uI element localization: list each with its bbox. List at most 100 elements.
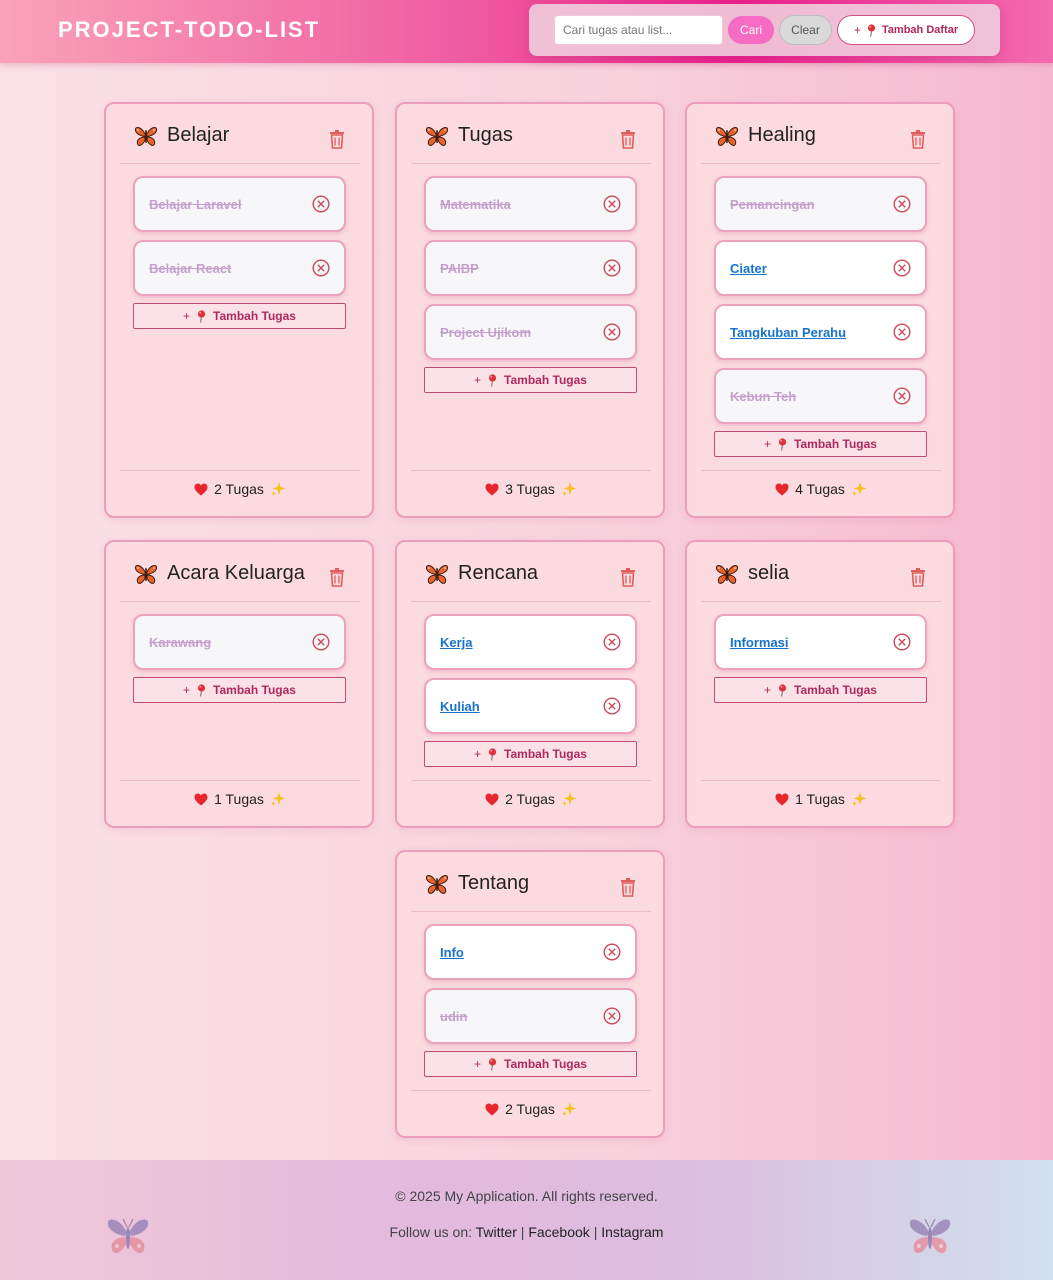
task-text[interactable]: Matematika (440, 197, 511, 212)
trash-icon[interactable] (910, 129, 926, 149)
close-circle-icon[interactable] (603, 697, 621, 715)
task-item[interactable]: Pemancingan (714, 176, 927, 232)
add-task-button[interactable]: + Tambah Tugas (714, 677, 927, 703)
trash-icon[interactable] (620, 129, 636, 149)
sparkles-icon (561, 482, 577, 496)
facebook-link[interactable]: Facebook (528, 1224, 589, 1240)
clear-button[interactable]: Clear (779, 15, 832, 45)
add-list-button[interactable]: + Tambah Daftar (837, 15, 975, 45)
list-card: Acara Keluarga Karawang + Tambah Tugas 1… (104, 540, 374, 828)
list-card: Belajar Belajar Laravel Belajar React + … (104, 102, 374, 518)
task-count-label: 1 Tugas (214, 791, 264, 807)
add-task-label: Tambah Tugas (213, 309, 296, 323)
close-circle-icon[interactable] (603, 943, 621, 961)
task-item[interactable]: Kebun Teh (714, 368, 927, 424)
task-item[interactable]: udin (424, 988, 637, 1044)
task-text[interactable]: udin (440, 1009, 467, 1024)
task-text[interactable]: Tangkuban Perahu (730, 325, 846, 340)
close-circle-icon[interactable] (312, 195, 330, 213)
task-item[interactable]: Belajar Laravel (133, 176, 346, 232)
trash-icon[interactable] (910, 567, 926, 587)
task-count: 4 Tugas (701, 470, 941, 507)
heart-icon (194, 483, 208, 495)
task-text[interactable]: Karawang (149, 635, 211, 650)
task-item[interactable]: Kerja (424, 614, 637, 670)
add-task-button[interactable]: + Tambah Tugas (133, 677, 346, 703)
close-circle-icon[interactable] (893, 633, 911, 651)
close-circle-icon[interactable] (312, 259, 330, 277)
search-button[interactable]: Cari (728, 16, 774, 44)
close-circle-icon[interactable] (603, 195, 621, 213)
task-text[interactable]: PAIBP (440, 261, 479, 276)
task-item[interactable]: PAIBP (424, 240, 637, 296)
task-text[interactable]: Info (440, 945, 464, 960)
twitter-link[interactable]: Twitter (476, 1224, 517, 1240)
task-text[interactable]: Kebun Teh (730, 389, 796, 404)
task-item[interactable]: Karawang (133, 614, 346, 670)
task-text[interactable]: Kuliah (440, 699, 480, 714)
instagram-link[interactable]: Instagram (601, 1224, 663, 1240)
card-header: Belajar (120, 118, 360, 164)
card-header: Acara Keluarga (120, 556, 360, 602)
close-circle-icon[interactable] (603, 259, 621, 277)
task-text[interactable]: Project Ujikom (440, 325, 531, 340)
add-task-button[interactable]: + Tambah Tugas (714, 431, 927, 457)
trash-icon[interactable] (329, 567, 345, 587)
add-task-button[interactable]: + Tambah Tugas (424, 367, 637, 393)
list-card: Tentang Info udin + Tambah Tugas 2 Tugas (395, 850, 665, 1138)
search-input[interactable] (554, 15, 723, 45)
plus-icon: + (474, 747, 482, 761)
task-text[interactable]: Belajar Laravel (149, 197, 242, 212)
heart-icon (485, 483, 499, 495)
close-circle-icon[interactable] (603, 1007, 621, 1025)
task-item[interactable]: Ciater (714, 240, 927, 296)
task-text[interactable]: Informasi (730, 635, 789, 650)
list-card: Healing Pemancingan Ciater Tangkuban Per… (685, 102, 955, 518)
task-text[interactable]: Belajar React (149, 261, 231, 276)
task-item[interactable]: Kuliah (424, 678, 637, 734)
trash-icon[interactable] (620, 567, 636, 587)
task-item[interactable]: Project Ujikom (424, 304, 637, 360)
task-text[interactable]: Pemancingan (730, 197, 815, 212)
plus-icon: + (764, 437, 772, 451)
task-item[interactable]: Informasi (714, 614, 927, 670)
task-item[interactable]: Belajar React (133, 240, 346, 296)
list-title: selia (748, 562, 790, 584)
task-text[interactable]: Ciater (730, 261, 767, 276)
add-task-button[interactable]: + Tambah Tugas (424, 741, 637, 767)
add-task-button[interactable]: + Tambah Tugas (424, 1051, 637, 1077)
copyright-text: © 2025 My Application. All rights reserv… (395, 1188, 658, 1204)
close-circle-icon[interactable] (893, 195, 911, 213)
list-card: Rencana Kerja Kuliah + Tambah Tugas 2 Tu… (395, 540, 665, 828)
trash-icon[interactable] (329, 129, 345, 149)
close-circle-icon[interactable] (893, 323, 911, 341)
butterfly-icon (425, 874, 449, 894)
add-task-label: Tambah Tugas (794, 437, 877, 451)
close-circle-icon[interactable] (603, 323, 621, 341)
plus-icon: + (183, 309, 191, 323)
sparkles-icon (851, 792, 867, 806)
pushpin-icon (197, 683, 206, 697)
task-count: 1 Tugas (120, 780, 360, 817)
add-list-label: Tambah Daftar (881, 24, 959, 36)
pushpin-icon (867, 23, 876, 37)
task-text[interactable]: Kerja (440, 635, 473, 650)
task-item[interactable]: Matematika (424, 176, 637, 232)
add-task-button[interactable]: + Tambah Tugas (133, 303, 346, 329)
pushpin-icon (778, 683, 787, 697)
add-task-label: Tambah Tugas (504, 373, 587, 387)
pushpin-icon (488, 373, 497, 387)
list-title: Acara Keluarga (167, 562, 305, 584)
task-item[interactable]: Tangkuban Perahu (714, 304, 927, 360)
pushpin-icon (488, 1057, 497, 1071)
task-count-label: 1 Tugas (795, 791, 845, 807)
heart-icon (775, 483, 789, 495)
close-circle-icon[interactable] (312, 633, 330, 651)
close-circle-icon[interactable] (603, 633, 621, 651)
pushpin-icon (778, 437, 787, 451)
trash-icon[interactable] (620, 877, 636, 897)
task-item[interactable]: Info (424, 924, 637, 980)
close-circle-icon[interactable] (893, 387, 911, 405)
butterfly-icon (715, 126, 739, 146)
close-circle-icon[interactable] (893, 259, 911, 277)
